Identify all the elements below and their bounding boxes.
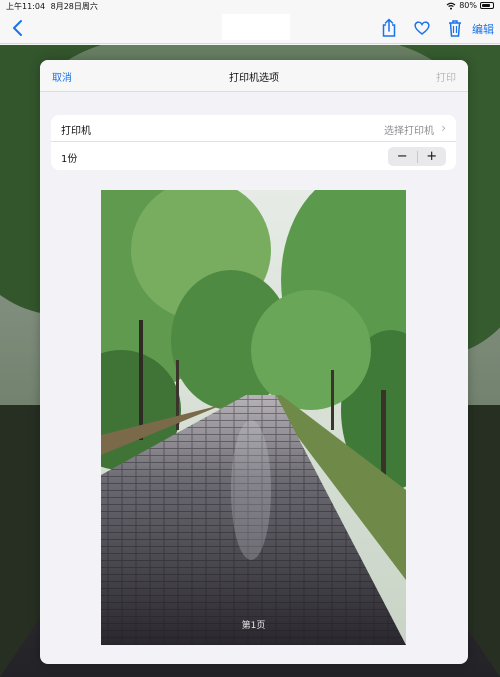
photo-nav-bar: 编辑 (0, 12, 500, 44)
dialog-header: 取消 打印机选项 打印 (40, 60, 468, 92)
status-bar: 上午11:04 8月28日周六 80% (0, 0, 500, 12)
chevron-left-icon[interactable] (10, 18, 26, 38)
printer-row[interactable]: 打印机 选择打印机 › (51, 115, 456, 142)
print-preview-page[interactable]: 第1页 (101, 190, 406, 645)
heart-icon[interactable] (413, 18, 431, 38)
battery-icon (480, 2, 494, 9)
print-options-dialog: 取消 打印机选项 打印 打印机 选择打印机 › 1份 − + 第1页 (40, 60, 468, 664)
page-number-label: 第1页 (241, 621, 266, 631)
status-time-date: 上午11:04 8月28日周六 (6, 1, 98, 12)
printer-value: 选择打印机 (384, 126, 434, 137)
battery-percent: 80% (459, 1, 477, 10)
copies-row: 1份 − + (51, 143, 456, 170)
preview-photo (101, 190, 406, 645)
edit-button[interactable]: 编辑 (472, 21, 494, 37)
printer-label: 打印机 (61, 126, 91, 137)
status-date: 8月28日周六 (50, 2, 98, 11)
chevron-right-icon: › (441, 121, 446, 135)
copies-stepper: − + (388, 147, 446, 166)
dialog-title: 打印机选项 (229, 73, 279, 84)
trash-icon[interactable] (446, 18, 464, 38)
increment-button[interactable]: + (418, 147, 447, 166)
copies-label: 1份 (61, 154, 78, 165)
print-button[interactable]: 打印 (436, 69, 456, 84)
nav-title-placeholder (222, 14, 290, 40)
status-time: 上午11:04 (6, 2, 46, 11)
status-indicators: 80% (446, 1, 494, 10)
wifi-icon (446, 2, 456, 10)
share-icon[interactable] (380, 18, 398, 38)
decrement-button[interactable]: − (388, 147, 417, 166)
print-settings-group: 打印机 选择打印机 › 1份 − + (51, 115, 456, 170)
